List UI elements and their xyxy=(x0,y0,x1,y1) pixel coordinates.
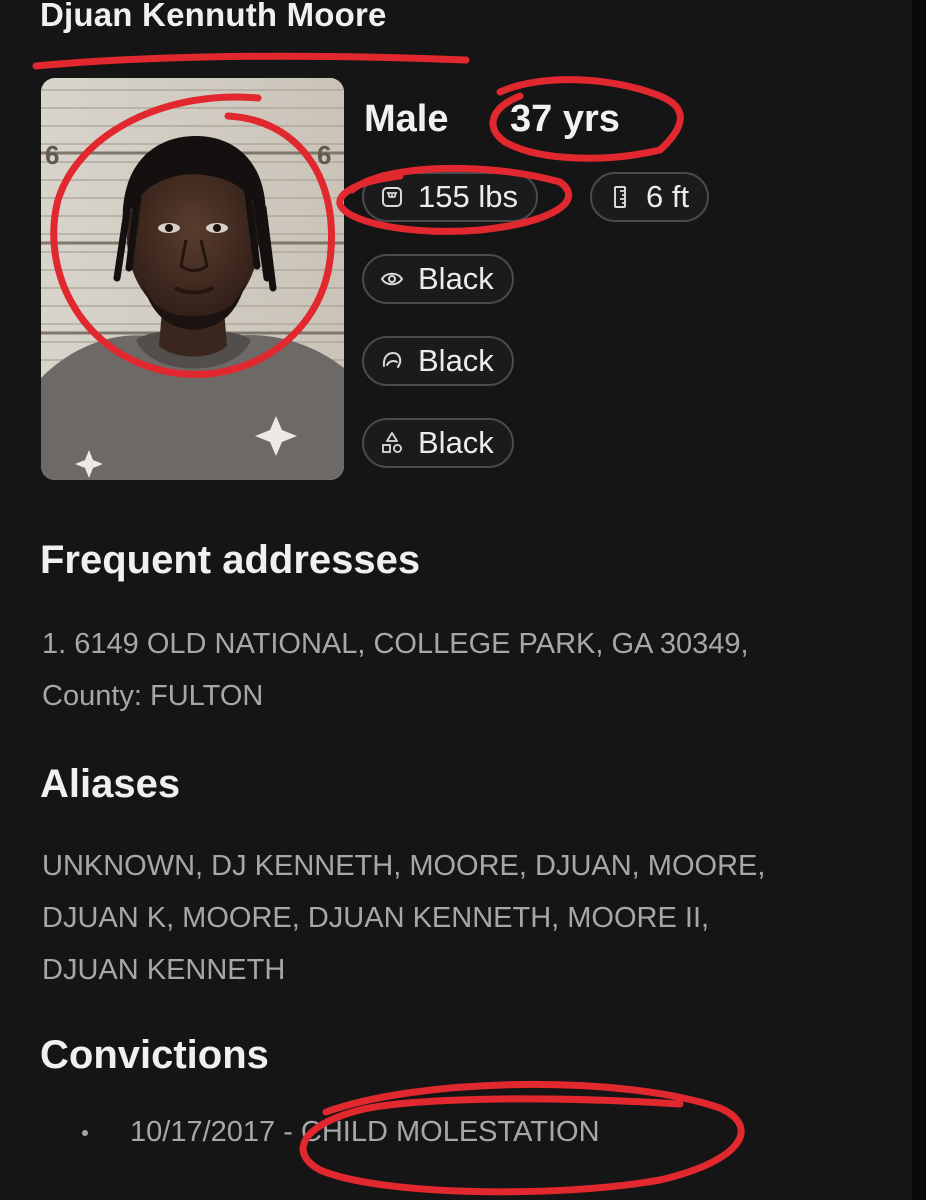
address-line-1: 1. 6149 OLD NATIONAL, COLLEGE PARK, GA 3… xyxy=(42,628,749,660)
aliases-line-1: UNKNOWN, DJ KENNETH, MOORE, DJUAN, MOORE… xyxy=(42,850,766,882)
profile-name: Djuan Kennuth Moore xyxy=(40,0,387,33)
eye-icon xyxy=(380,267,404,291)
aliases-list: UNKNOWN, DJ KENNETH, MOORE, DJUAN, MOORE… xyxy=(42,840,882,996)
addresses-heading: Frequent addresses xyxy=(40,538,421,582)
height-ruler-icon xyxy=(608,185,632,209)
eye-color-chip: Black xyxy=(362,254,514,304)
hair-color-value: Black xyxy=(418,343,494,378)
convictions-heading: Convictions xyxy=(40,1033,269,1077)
addresses-list: 1. 6149 OLD NATIONAL, COLLEGE PARK, GA 3… xyxy=(42,618,882,722)
bullet-dot xyxy=(82,1129,88,1136)
svg-text:6: 6 xyxy=(45,140,59,170)
mugshot-photo: 6 6 xyxy=(41,78,344,480)
address-line-2: County: FULTON xyxy=(42,680,264,712)
shapes-icon xyxy=(380,431,404,455)
screen-edge xyxy=(912,0,926,1200)
weight-value: 155 lbs xyxy=(418,179,518,214)
weight-chip: 155 lbs xyxy=(362,172,538,222)
aliases-line-3: DJUAN KENNETH xyxy=(42,954,286,986)
hair-icon xyxy=(380,349,404,373)
conviction-text: 10/17/2017 - CHILD MOLESTATION xyxy=(130,1116,600,1148)
sex-label: Male xyxy=(364,98,449,140)
hair-color-chip: Black xyxy=(362,336,514,386)
conviction-item: 10/17/2017 - CHILD MOLESTATION xyxy=(82,1116,600,1149)
mugshot-image: 6 6 xyxy=(41,78,344,480)
name-underline xyxy=(32,52,470,70)
svg-text:6: 6 xyxy=(317,140,331,170)
eye-color-value: Black xyxy=(418,261,494,296)
height-value: 6 ft xyxy=(646,179,690,214)
scale-icon xyxy=(380,185,404,209)
age-label: 37 yrs xyxy=(510,98,620,140)
race-chip: Black xyxy=(362,418,514,468)
height-chip: 6 ft xyxy=(590,172,710,222)
race-value: Black xyxy=(418,425,494,460)
aliases-line-2: DJUAN K, MOORE, DJUAN KENNETH, MOORE II, xyxy=(42,902,710,934)
aliases-heading: Aliases xyxy=(40,762,181,806)
